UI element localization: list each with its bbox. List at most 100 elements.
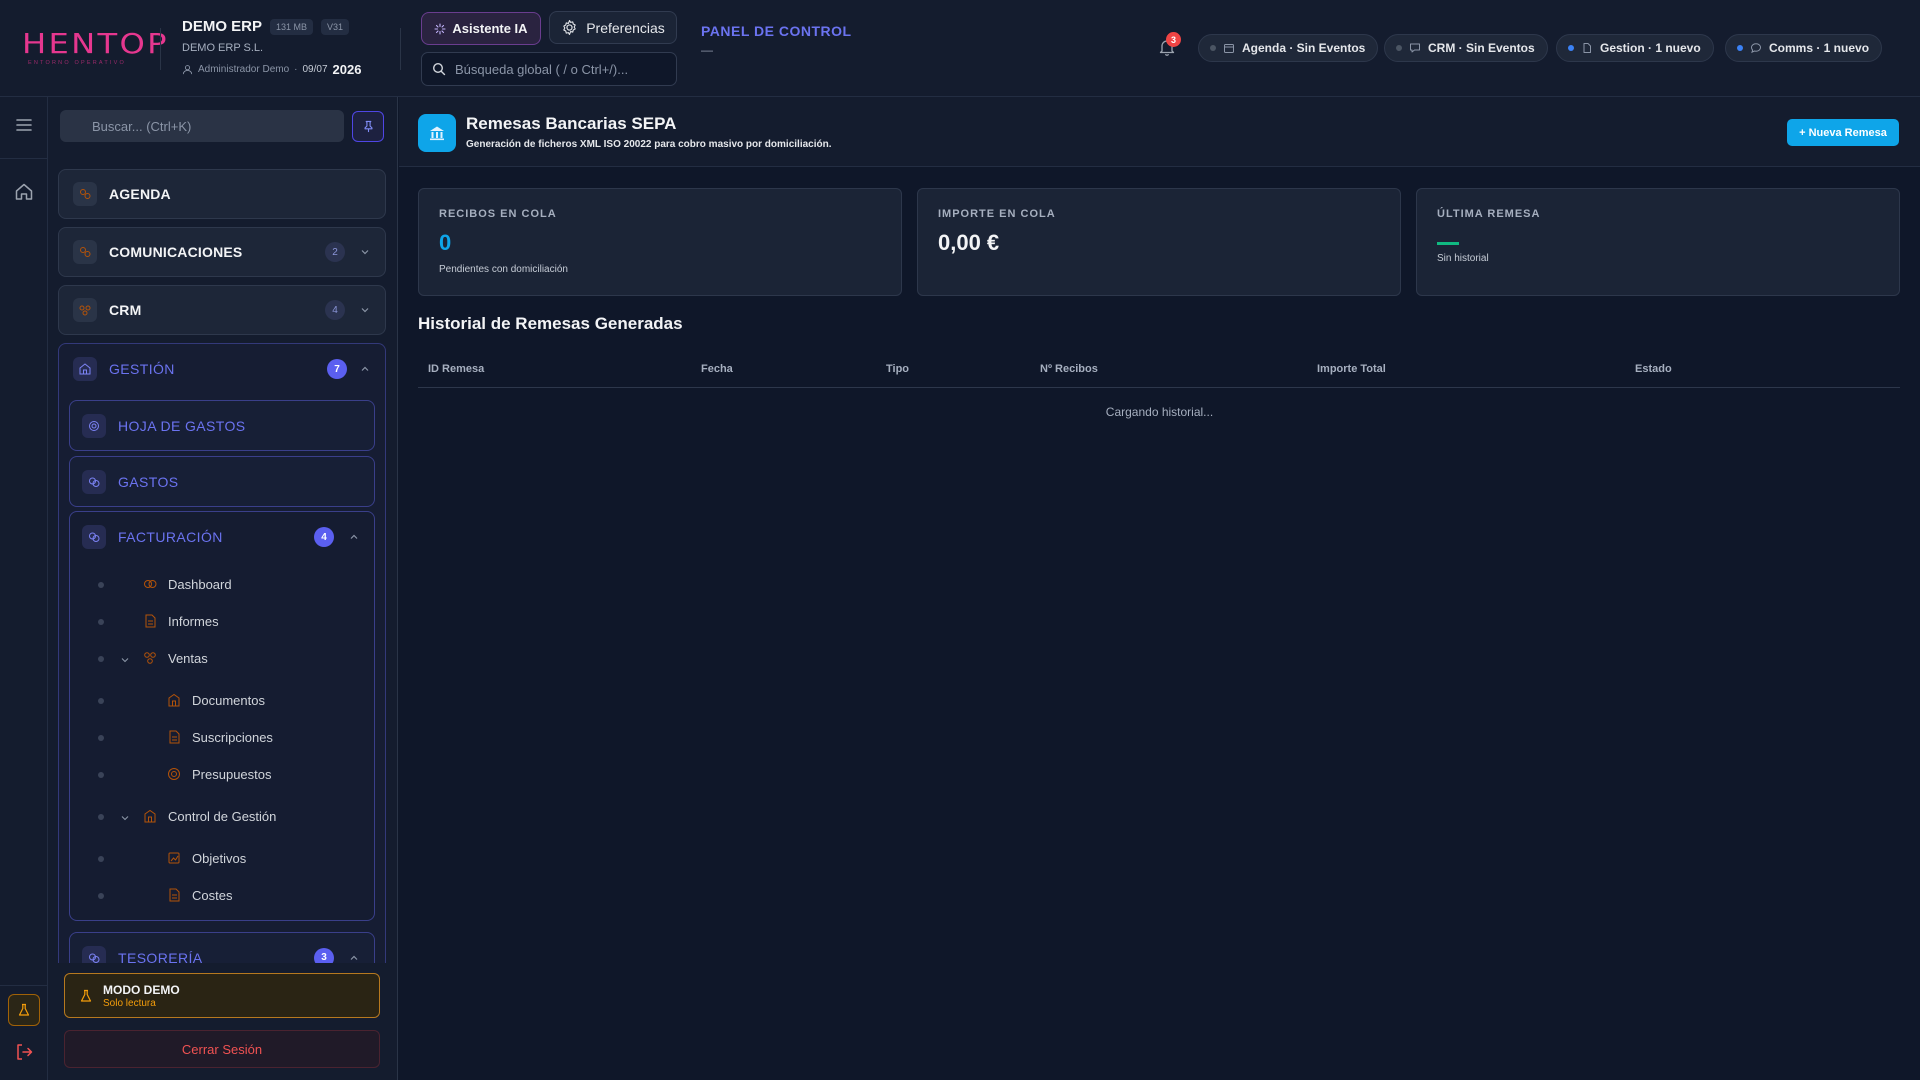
preferences-label: Preferencias: [586, 19, 665, 36]
column-header-type[interactable]: Tipo: [886, 363, 909, 375]
tree-item-suscripciones[interactable]: Suscripciones: [166, 729, 273, 745]
user-icon: [182, 65, 193, 75]
logout-button[interactable]: Cerrar Sesión: [64, 1030, 380, 1068]
tree-bullet: [98, 893, 104, 899]
target-icon: [168, 768, 180, 780]
app-logo[interactable]: HENTOP ENTORNO OPERATIVO: [22, 30, 167, 67]
session-info: Administrador Demo · 09/07 2026: [182, 62, 361, 77]
new-remittance-button[interactable]: + Nueva Remesa: [1787, 119, 1899, 146]
user-name: Administrador Demo: [198, 64, 290, 75]
status-dot: [1396, 45, 1402, 51]
tree-item-objetivos[interactable]: Objetivos: [166, 850, 246, 866]
page-title: Remesas Bancarias SEPA: [466, 114, 677, 133]
comms-status-label: Comms · 1 nuevo: [1769, 41, 1870, 55]
facturacion-icon: [82, 525, 106, 549]
sidebar-item-crm[interactable]: CRM 4: [58, 285, 386, 335]
sidebar-item-gastos[interactable]: GASTOS: [69, 456, 375, 507]
pin-sidebar-button[interactable]: [352, 111, 384, 142]
tree-item-label: Informes: [168, 613, 219, 629]
preferences-button[interactable]: Preferencias: [549, 11, 677, 44]
sparkle-icon: [434, 22, 446, 35]
flask-icon: [80, 989, 92, 1002]
gestion-status-pill[interactable]: Gestion · 1 nuevo: [1556, 34, 1714, 62]
sidebar-search[interactable]: [60, 110, 344, 142]
global-search-input[interactable]: [455, 61, 665, 77]
sidebar-search-input[interactable]: [92, 118, 332, 134]
sidebar-item-agenda[interactable]: AGENDA: [58, 169, 386, 219]
file-icon: [1583, 43, 1591, 53]
sidebar-group-facturacion: FACTURACIÓN 4 Dashboard Informes Ventas: [69, 511, 375, 921]
tree-item-label: Dashboard: [168, 576, 232, 592]
bank-icon: [418, 114, 456, 152]
stat-card-queued-receipts: RECIBOS EN COLA 0 Pendientes con domicil…: [418, 188, 902, 296]
version-tag: V31: [321, 18, 350, 35]
building-icon: [168, 693, 180, 707]
top-header: HENTOP ENTORNO OPERATIVO DEMO ERP 131 MB…: [0, 0, 1920, 97]
ventas-icon: [144, 652, 156, 664]
sidebar-item-comunicaciones[interactable]: COMUNICACIONES 2: [58, 227, 386, 277]
sidebar-item-label: GESTIÓN: [109, 361, 175, 377]
global-search[interactable]: [421, 52, 677, 86]
document-icon: [169, 888, 180, 902]
sidebar-item-label: COMUNICACIONES: [109, 244, 243, 260]
gear-icon: [563, 19, 576, 36]
tree-item-presupuestos[interactable]: Presupuestos: [166, 766, 272, 782]
sidebar-item-facturacion[interactable]: FACTURACIÓN 4: [70, 512, 374, 562]
panel-title[interactable]: PANEL DE CONTROL: [701, 23, 852, 39]
search-icon: [432, 62, 446, 76]
sidebar-item-label: AGENDA: [109, 186, 171, 202]
stat-value: 0,00 €: [938, 230, 1000, 255]
column-header-date[interactable]: Fecha: [701, 363, 733, 375]
caret-down-icon[interactable]: [120, 655, 130, 665]
column-header-total-amount[interactable]: Importe Total: [1317, 363, 1386, 375]
agenda-module-icon: [73, 182, 97, 206]
demo-mode-rail-button[interactable]: [8, 994, 40, 1026]
column-header-receipts[interactable]: Nº Recibos: [1040, 363, 1098, 375]
hoja-de-gastos-icon: [82, 413, 106, 438]
sidebar-item-gestion[interactable]: GESTIÓN 7: [59, 344, 385, 394]
column-header-id[interactable]: ID Remesa: [428, 363, 484, 375]
home-icon[interactable]: [13, 181, 35, 203]
stat-label: IMPORTE EN COLA: [938, 208, 1056, 220]
hamburger-menu-icon[interactable]: [13, 114, 35, 136]
chevron-down-icon: [361, 250, 369, 255]
table-header-divider: [418, 387, 1900, 388]
tree-bullet: [98, 656, 104, 662]
column-header-status[interactable]: Estado: [1635, 363, 1672, 375]
tree-item-costes[interactable]: Costes: [166, 887, 232, 903]
main-content: Remesas Bancarias SEPA Generación de fic…: [399, 97, 1920, 1080]
tree-item-label: Ventas: [168, 650, 208, 666]
dashboard-icon: [144, 580, 157, 588]
comms-status-pill[interactable]: Comms · 1 nuevo: [1725, 34, 1883, 62]
tree-bullet: [98, 856, 104, 862]
agenda-status-label: Agenda · Sin Eventos: [1242, 41, 1366, 55]
crm-status-label: CRM · Sin Eventos: [1428, 41, 1535, 55]
stat-card-queued-amount: IMPORTE EN COLA 0,00 €: [917, 188, 1401, 296]
stat-label: ÚLTIMA REMESA: [1437, 208, 1541, 220]
current-date: 09/07: [302, 64, 328, 75]
tree-item-label: Control de Gestión: [168, 808, 277, 824]
tree-item-documentos[interactable]: Documentos: [166, 692, 265, 708]
tree-item-label: Presupuestos: [192, 766, 272, 782]
logout-icon[interactable]: [13, 1041, 35, 1063]
sidebar-item-label: GASTOS: [118, 473, 179, 490]
sidebar-item-hoja-de-gastos[interactable]: HOJA DE GASTOS: [69, 400, 375, 451]
demo-mode-banner: MODO DEMO Solo lectura: [64, 973, 380, 1018]
fiscal-year[interactable]: 2026: [333, 62, 362, 77]
stat-value: 0: [439, 230, 452, 255]
crm-status-pill[interactable]: CRM · Sin Eventos: [1384, 34, 1548, 62]
count-badge: 4: [314, 527, 334, 547]
tree-bullet: [98, 582, 104, 588]
tree-item-ventas[interactable]: Ventas: [142, 650, 208, 666]
tree-bullet: [98, 619, 104, 625]
rail-divider: [0, 985, 48, 986]
tree-item-informes[interactable]: Informes: [142, 613, 219, 629]
tree-item-dashboard[interactable]: Dashboard: [142, 576, 232, 592]
caret-down-icon[interactable]: [120, 813, 130, 823]
notification-count-badge: 3: [1166, 32, 1181, 47]
loading-message: Cargando historial...: [1105, 405, 1214, 419]
ai-assistant-label: Asistente IA: [452, 21, 528, 36]
agenda-status-pill[interactable]: Agenda · Sin Eventos: [1198, 34, 1379, 62]
tree-item-control-de-gestion[interactable]: Control de Gestión: [142, 808, 276, 824]
ai-assistant-button[interactable]: Asistente IA: [421, 12, 541, 45]
